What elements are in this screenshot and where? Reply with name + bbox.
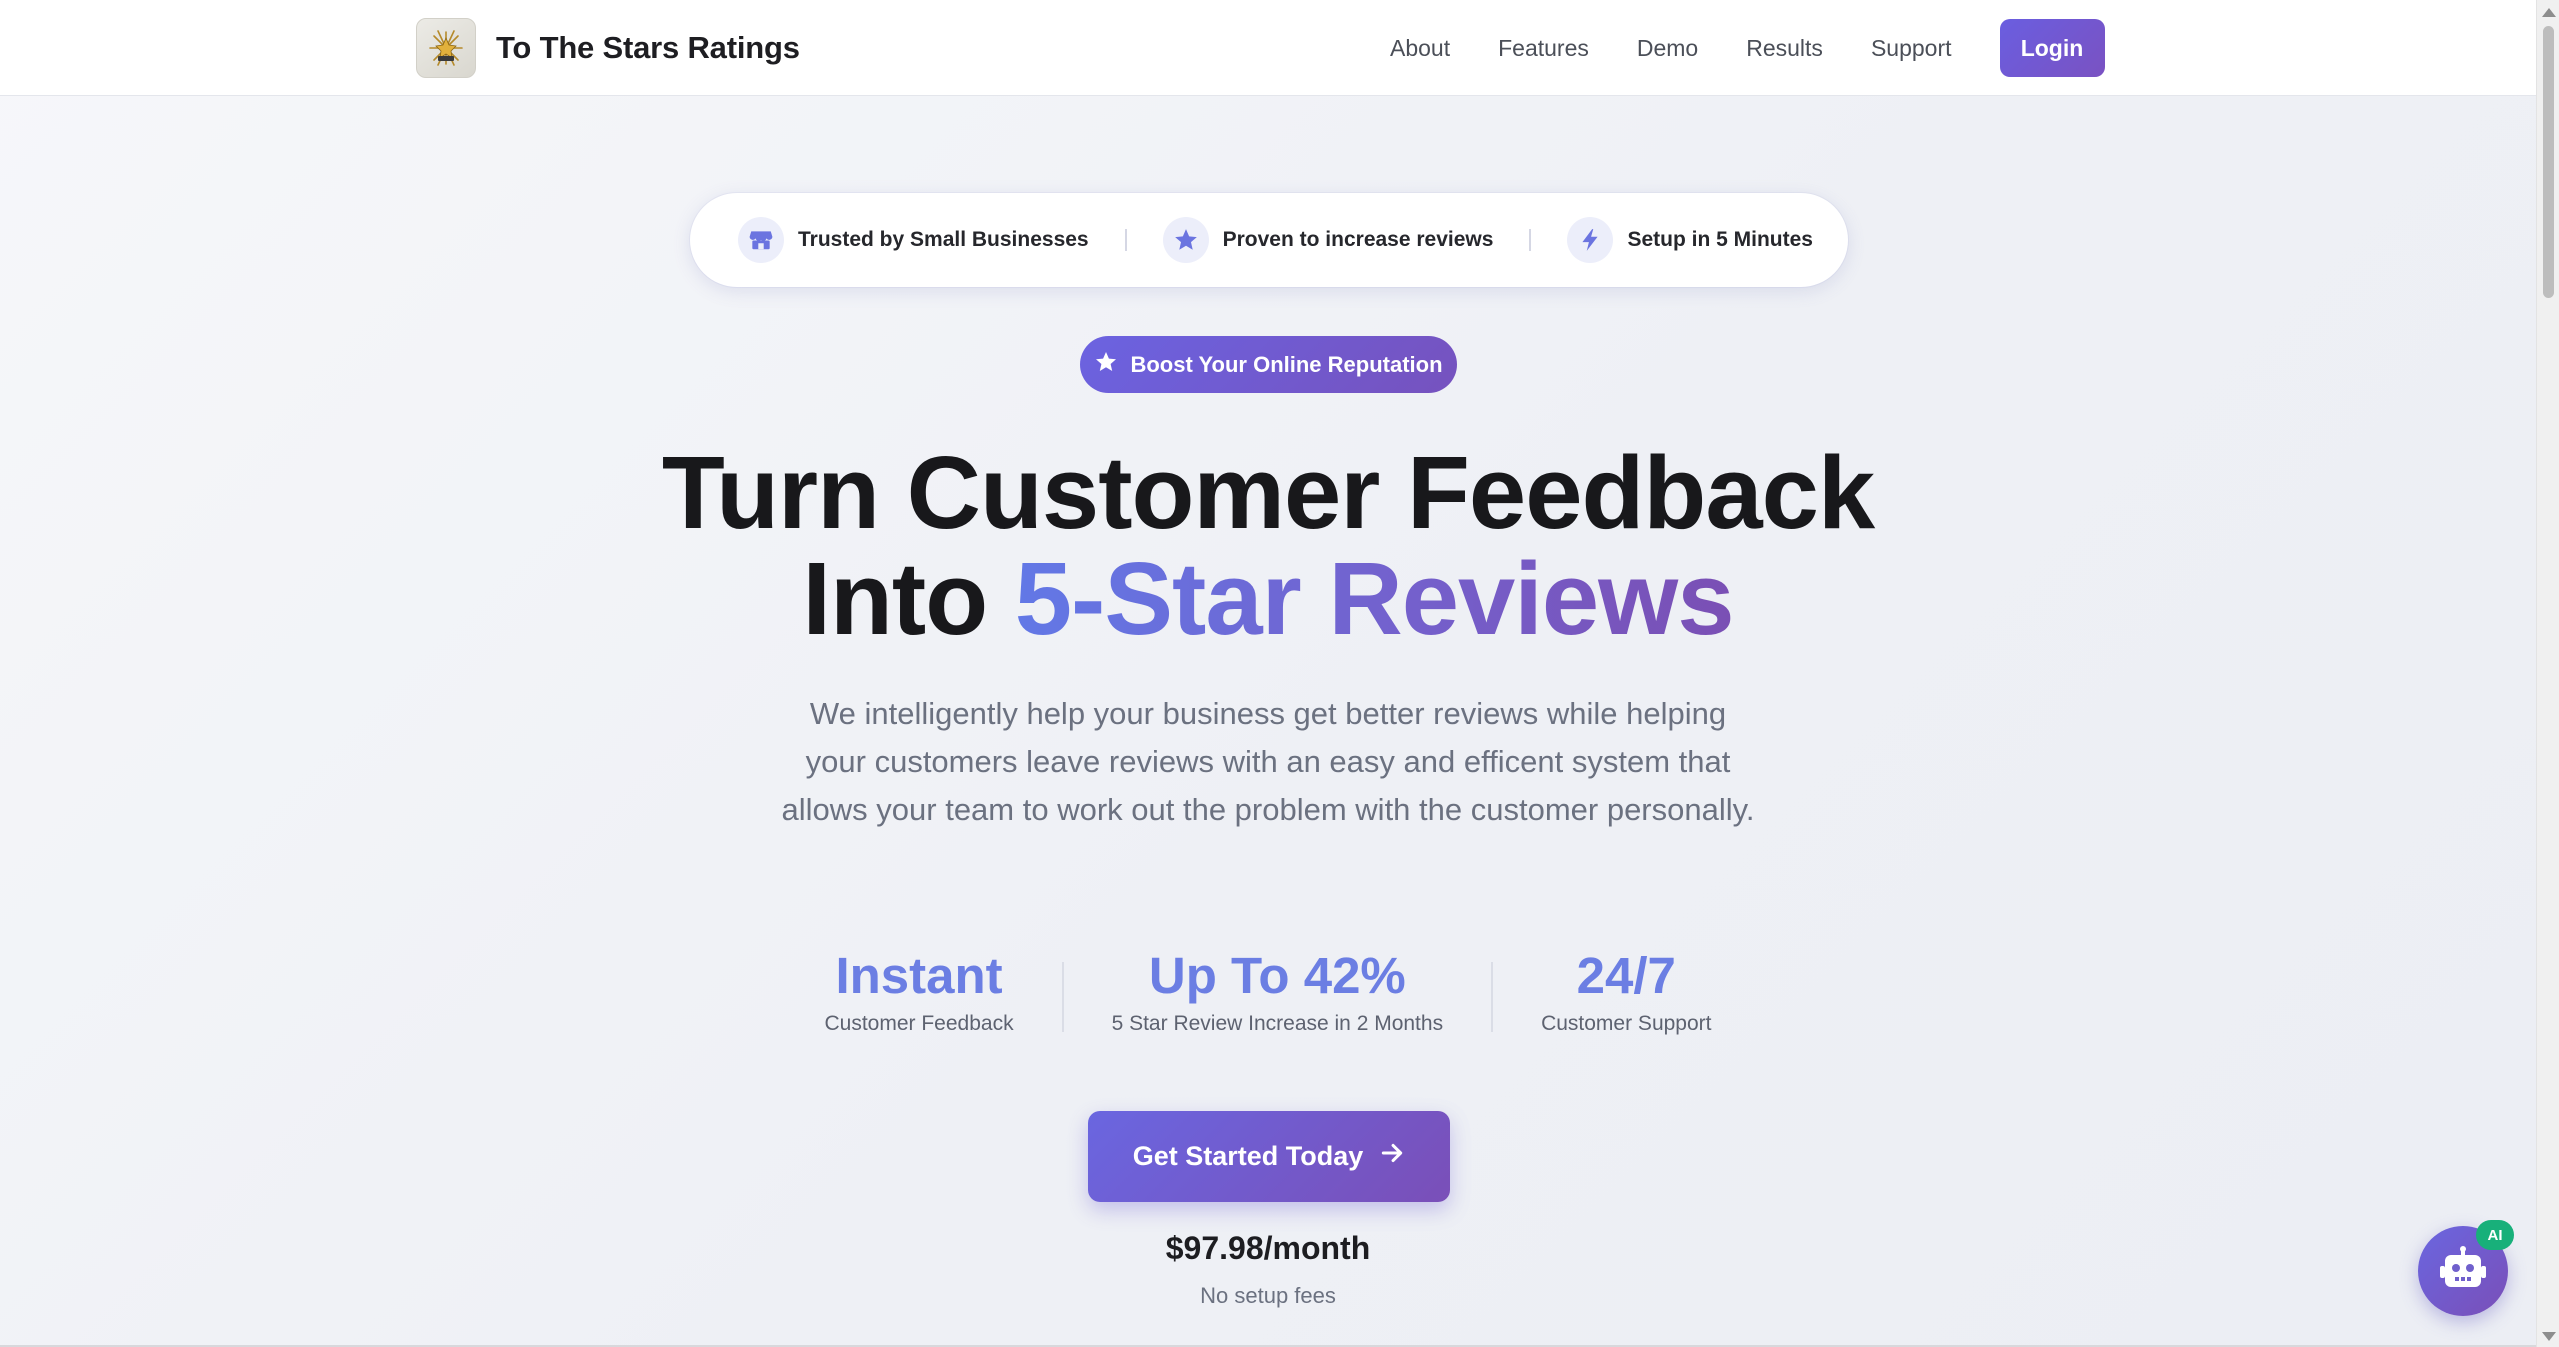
nav-link-results[interactable]: Results	[1746, 35, 1823, 62]
ai-tag: AI	[2476, 1220, 2514, 1250]
cta-label: Get Started Today	[1132, 1141, 1364, 1171]
stat-label: Customer Feedback	[824, 1012, 1014, 1035]
price: $97.98/month	[1165, 1230, 1371, 1266]
reputation-badge: Boost Your Online Reputation	[1080, 336, 1457, 393]
stat-increase: Up To 42% 5 Star Review Increase in 2 Mo…	[1112, 948, 1444, 1036]
nav-link-features[interactable]: Features	[1498, 35, 1589, 62]
trust-label: Setup in 5 Minutes	[1627, 228, 1813, 251]
divider	[1491, 962, 1494, 1032]
star-icon	[1094, 350, 1118, 379]
store-icon	[738, 217, 784, 263]
scroll-down-icon[interactable]	[2542, 1332, 2556, 1341]
stat-label: Customer Support	[1541, 1012, 1712, 1035]
get-started-button[interactable]: Get Started Today	[1088, 1111, 1450, 1202]
lightning-icon	[1567, 217, 1614, 263]
login-button[interactable]: Login	[1999, 19, 2105, 77]
nav-link-demo[interactable]: Demo	[1637, 35, 1698, 62]
headline-highlight: 5-Star Reviews	[1014, 541, 1735, 656]
stat-instant: Instant Customer Feedback	[824, 948, 1013, 1036]
ai-assistant-button[interactable]: AI	[2418, 1220, 2514, 1316]
page-scrollbar[interactable]	[2536, 0, 2559, 1347]
pricing-note: No setup fees	[1200, 1283, 1336, 1308]
scroll-up-icon[interactable]	[2542, 8, 2556, 17]
trust-label: Proven to increase reviews	[1222, 228, 1494, 251]
top-navbar: To The Stars Ratings About Features Demo…	[0, 0, 2536, 96]
headline-prefix: Into	[802, 541, 1015, 656]
trust-item-setup: Setup in 5 Minutes	[1567, 217, 1813, 263]
landing-page: To The Stars Ratings About Features Demo…	[0, 0, 2559, 1347]
brand-name: To The Stars Ratings	[496, 30, 800, 65]
divider	[1061, 962, 1064, 1032]
scroll-thumb[interactable]	[2543, 26, 2554, 298]
headline-line-1: Turn Customer Feedback	[661, 435, 1875, 550]
stat-value: Instant	[835, 947, 1003, 1004]
hero-headline: Turn Customer Feedback Into 5-Star Revie…	[0, 440, 2536, 652]
divider	[1529, 229, 1532, 251]
stat-value: Up To 42%	[1148, 947, 1406, 1004]
nav-link-about[interactable]: About	[1390, 35, 1450, 62]
trust-bar: Trusted by Small Businesses Proven to in…	[690, 193, 1848, 287]
badge-label: Boost Your Online Reputation	[1130, 351, 1443, 377]
divider	[1124, 229, 1127, 251]
stat-label: 5 Star Review Increase in 2 Months	[1111, 1012, 1444, 1035]
nav-link-support[interactable]: Support	[1871, 35, 1952, 62]
nav-links: About Features Demo Results Support Logi…	[1390, 19, 2105, 77]
star-icon	[1162, 217, 1209, 263]
hero-description: We intelligently help your business get …	[781, 696, 1755, 827]
trust-label: Trusted by Small Businesses	[798, 228, 1089, 251]
arrow-right-icon	[1379, 1140, 1405, 1173]
trust-item-reviews: Proven to increase reviews	[1162, 217, 1494, 263]
trust-item-businesses: Trusted by Small Businesses	[738, 217, 1089, 263]
stat-value: 24/7	[1576, 947, 1676, 1004]
stats-row: Instant Customer Feedback Up To 42% 5 St…	[0, 948, 2536, 1036]
stat-support: 24/7 Customer Support	[1541, 948, 1711, 1036]
brand[interactable]: To The Stars Ratings	[416, 18, 800, 78]
robot-icon	[2439, 1245, 2487, 1297]
starburst-logo-icon	[416, 18, 476, 78]
